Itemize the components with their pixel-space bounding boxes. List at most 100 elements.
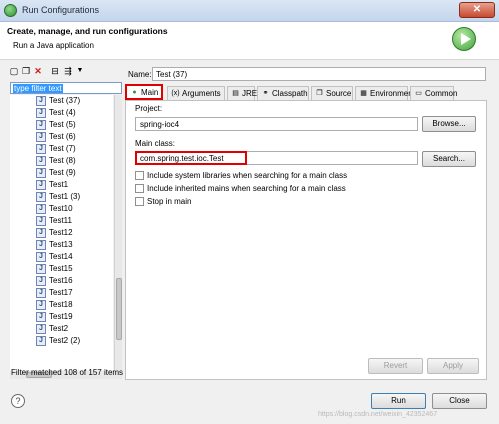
launch-config-list-pane: ▢ ❐ ✕ ⊟ ⇶ ▼ type filter text J Test (37) J… [6, 64, 122, 380]
tree-item[interactable]: J Test15 [10, 263, 113, 275]
tab-source-label: Source [326, 89, 352, 98]
new-launch-config-icon[interactable]: ▢ [9, 66, 19, 76]
main-class-label: Main class: [135, 139, 176, 148]
left-toolbar: ▢ ❐ ✕ ⊟ ⇶ ▼ [6, 64, 122, 78]
tab-source[interactable]: ❒ Source [311, 86, 353, 100]
source-icon: ❒ [316, 90, 323, 97]
run-icon [452, 27, 476, 51]
tree-item[interactable]: J Test11 [10, 215, 113, 227]
java-app-icon: J [36, 204, 46, 214]
tab-common[interactable]: ▭ Common [410, 86, 458, 100]
tree-item-label: Test10 [49, 204, 73, 213]
help-icon[interactable]: ? [11, 394, 25, 408]
name-field[interactable]: Test (37) [152, 67, 486, 81]
tree-vertical-scroll-thumb[interactable] [116, 278, 122, 340]
tree-item-label: Test18 [49, 300, 73, 309]
tab-jre-label: JRE [242, 89, 258, 98]
tree-item[interactable]: J Test (5) [10, 119, 113, 131]
tree-item[interactable]: J Test (8) [10, 155, 113, 167]
tree-item-label: Test14 [49, 252, 73, 261]
revert-button[interactable]: Revert [368, 358, 423, 374]
tree-item[interactable]: J Test10 [10, 203, 113, 215]
launch-config-tree[interactable]: J Test (37) J Test (4) J Test (5) J Test (6) J Te… [10, 95, 113, 370]
collapse-all-icon[interactable]: ⊟ [50, 66, 60, 76]
app-icon [4, 4, 17, 17]
stop-in-main-checkbox[interactable] [135, 197, 144, 206]
environment-icon: ▦ [360, 90, 367, 97]
tree-item[interactable]: J Test2 [10, 323, 113, 335]
tree-item-label: Test13 [49, 240, 73, 249]
java-app-icon: J [36, 288, 46, 298]
java-app-icon: J [36, 132, 46, 142]
tree-item[interactable]: J Test19 [10, 311, 113, 323]
tree-item[interactable]: J Test1 (3) [10, 191, 113, 203]
project-field-value: spring-ioc4 [140, 120, 180, 129]
duplicate-icon[interactable]: ❐ [21, 66, 31, 76]
tree-item[interactable]: J Test14 [10, 251, 113, 263]
tree-item[interactable]: J Test17 [10, 287, 113, 299]
config-tabs: ● Main (x) Arguments ▤ JRE ⚭ Classpath ❒… [125, 84, 487, 100]
tree-item[interactable]: J Test13 [10, 239, 113, 251]
tree-item-label: Test (9) [49, 168, 76, 177]
filter-icon[interactable]: ⇶ [63, 66, 73, 76]
project-label: Project: [135, 104, 163, 113]
name-label: Name: [128, 70, 152, 79]
include-system-libraries-label: Include system libraries when searching … [147, 171, 348, 180]
java-app-icon: J [36, 120, 46, 130]
include-system-libraries-checkbox[interactable] [135, 171, 144, 180]
tree-item-label: Test (7) [49, 144, 76, 153]
tab-common-label: Common [425, 89, 458, 98]
dialog-subtitle: Run a Java application [13, 41, 94, 50]
tree-item[interactable]: J Test (4) [10, 107, 113, 119]
delete-icon[interactable]: ✕ [33, 66, 43, 76]
java-app-icon: J [36, 156, 46, 166]
browse-button[interactable]: Browse... [422, 116, 476, 132]
tree-item[interactable]: J Test12 [10, 227, 113, 239]
tab-main[interactable]: ● Main [125, 84, 163, 100]
tree-item-label: Test16 [49, 276, 73, 285]
apply-button[interactable]: Apply [427, 358, 479, 374]
java-app-icon: J [36, 336, 46, 346]
tree-item[interactable]: J Test1 [10, 179, 113, 191]
java-app-icon: J [36, 252, 46, 262]
filter-input-text: type filter text [13, 84, 63, 93]
tree-item[interactable]: J Test (6) [10, 131, 113, 143]
tree-item-label: Test15 [49, 264, 73, 273]
tree-item-label: Test2 [49, 324, 69, 333]
include-inherited-mains-checkbox[interactable] [135, 184, 144, 193]
java-app-icon: J [36, 144, 46, 154]
classpath-icon: ⚭ [262, 90, 269, 97]
arguments-icon: (x) [171, 90, 180, 97]
tree-vertical-scrollbar[interactable] [114, 95, 122, 370]
tab-classpath[interactable]: ⚭ Classpath [257, 86, 309, 100]
tree-item[interactable]: J Test18 [10, 299, 113, 311]
tab-classpath-label: Classpath [272, 89, 308, 98]
java-app-icon: J [36, 276, 46, 286]
java-app-icon: J [36, 300, 46, 310]
tree-item-label: Test (37) [49, 96, 81, 105]
tree-item[interactable]: J Test (37) [10, 95, 113, 107]
tree-item[interactable]: J Test2 (2) [10, 335, 113, 347]
run-button[interactable]: Run [371, 393, 426, 409]
tab-jre[interactable]: ▤ JRE [227, 86, 258, 100]
java-app-icon: J [36, 180, 46, 190]
java-app-icon: J [36, 324, 46, 334]
tree-item-label: Test (5) [49, 120, 76, 129]
filter-input[interactable]: type filter text [10, 82, 122, 94]
main-tab-panel: Project: spring-ioc4 Browse... Main clas… [125, 100, 487, 380]
tree-item[interactable]: J Test (9) [10, 167, 113, 179]
search-button[interactable]: Search... [422, 151, 476, 167]
java-app-icon: J [36, 96, 46, 106]
stop-in-main-label: Stop in main [147, 197, 192, 206]
tree-item[interactable]: J Test (7) [10, 143, 113, 155]
tab-environment[interactable]: ▦ Environment [355, 86, 415, 100]
java-app-icon: J [36, 240, 46, 250]
close-button[interactable]: Close [432, 393, 487, 409]
project-field[interactable]: spring-ioc4 [135, 117, 418, 131]
view-menu-icon[interactable]: ▼ [75, 66, 85, 76]
tree-item-label: Test (6) [49, 132, 76, 141]
tab-main-label: Main [141, 88, 159, 97]
tree-item[interactable]: J Test16 [10, 275, 113, 287]
window-close-button[interactable]: ✕ [459, 2, 495, 18]
tab-arguments[interactable]: (x) Arguments [167, 86, 225, 100]
